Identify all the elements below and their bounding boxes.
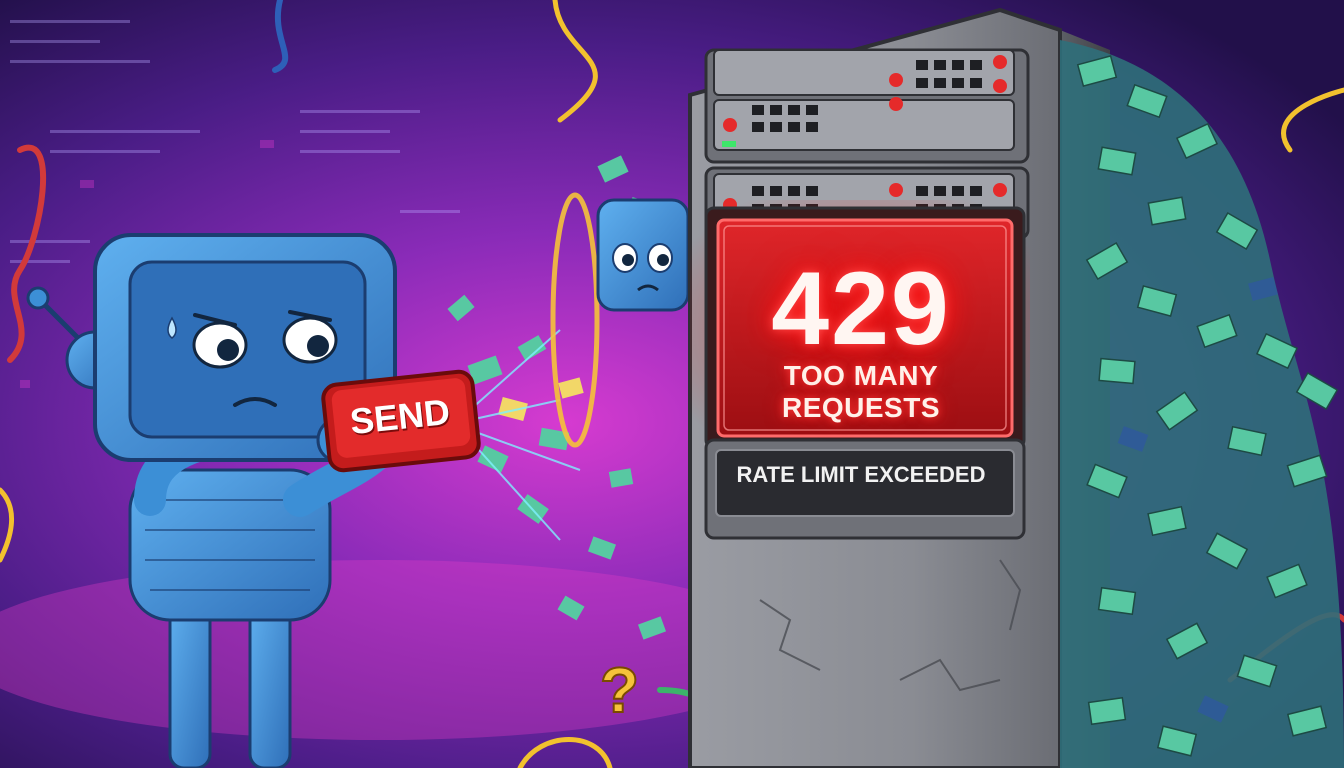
rate-limit-text: RATE LIMIT EXCEEDED (736, 462, 986, 487)
question-mark-icon: ? (600, 654, 639, 726)
rack-unit-1 (704, 48, 1030, 164)
error-code: 429 (771, 251, 951, 367)
peeking-robot (596, 198, 690, 312)
scene-artwork: ? (0, 0, 1344, 768)
illustration-scene: ? SEND 429 TOO MANY REQUESTS RATE LIMIT … (0, 0, 1344, 768)
error-message: TOO MANY REQUESTS (781, 360, 941, 423)
